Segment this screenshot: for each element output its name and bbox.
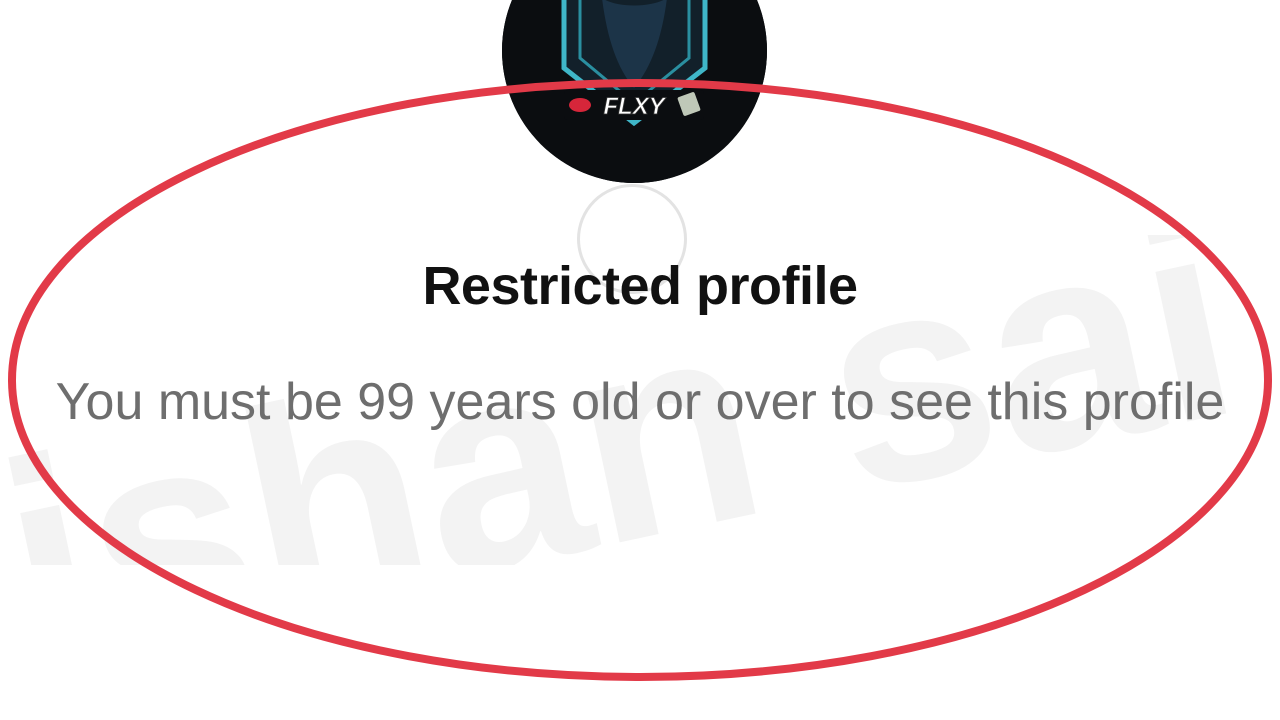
avatar-logo-text: FLXY: [603, 93, 666, 120]
restricted-title: Restricted profile: [422, 256, 858, 316]
lips-icon: [569, 98, 591, 112]
restriction-message: You must be 99 years old or over to see …: [55, 373, 1225, 431]
profile-avatar: FLXY: [502, 0, 767, 183]
